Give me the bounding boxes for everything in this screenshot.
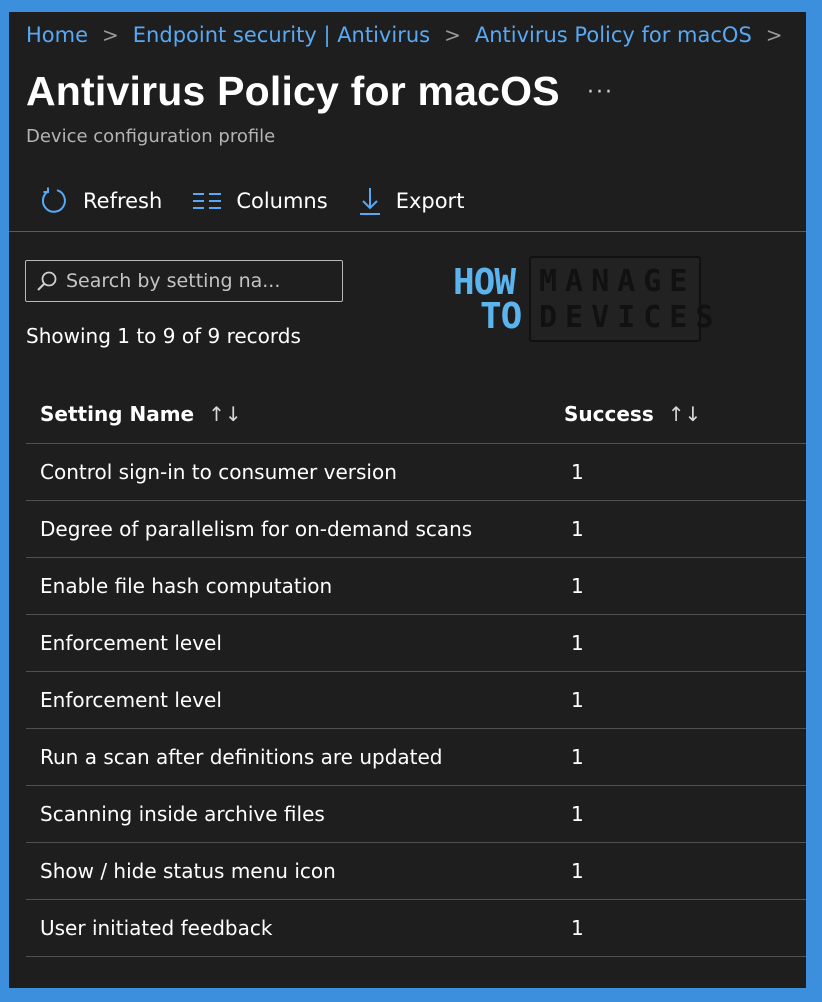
columns-icon [192, 191, 222, 211]
table-row[interactable]: Enable file hash computation 1 [26, 557, 806, 615]
howtomanagedevices-logo: HOW TO MANAGE DEVICES [453, 254, 713, 342]
column-header-success[interactable]: Success ↑↓ [550, 385, 806, 444]
columns-label: Columns [236, 189, 328, 213]
settings-table: Setting Name ↑↓ Success ↑↓ Control sign-in… [26, 385, 806, 957]
sort-icon[interactable]: ↑↓ [668, 402, 702, 426]
download-icon [358, 186, 382, 216]
chevron-right-icon: > [444, 23, 461, 47]
search-input[interactable] [66, 270, 326, 292]
setting-name-cell: Control sign-in to consumer version [26, 443, 550, 501]
records-count: Showing 1 to 9 of 9 records [26, 324, 301, 348]
breadcrumb-home[interactable]: Home [26, 23, 88, 47]
setting-name-cell: Degree of parallelism for on-demand scan… [26, 500, 550, 558]
page-title: Antivirus Policy for macOS [26, 68, 560, 114]
table-row[interactable]: Show / hide status menu icon 1 [26, 842, 806, 900]
success-count-cell: 1 [550, 443, 806, 501]
breadcrumb-policy[interactable]: Antivirus Policy for macOS [475, 23, 752, 47]
table-row[interactable]: User initiated feedback 1 [26, 899, 806, 957]
search-box[interactable] [25, 260, 343, 302]
success-count-cell: 1 [550, 500, 806, 558]
columns-button[interactable]: Columns [192, 189, 328, 213]
table-header-row: Setting Name ↑↓ Success ↑↓ [26, 385, 806, 444]
export-button[interactable]: Export [358, 186, 465, 216]
table-row[interactable]: Enforcement level 1 [26, 671, 806, 729]
sort-icon[interactable]: ↑↓ [208, 402, 242, 426]
table-row[interactable]: Scanning inside archive files 1 [26, 785, 806, 843]
column-header-setting-name[interactable]: Setting Name ↑↓ [26, 385, 550, 444]
success-count-cell: 1 [550, 785, 806, 843]
setting-name-cell: Enforcement level [26, 671, 550, 729]
setting-name-cell: Show / hide status menu icon [26, 842, 550, 900]
breadcrumb: Home > Endpoint security | Antivirus > A… [26, 18, 806, 52]
success-count-cell: 1 [550, 614, 806, 672]
success-count-cell: 1 [550, 842, 806, 900]
page-subtitle: Device configuration profile [26, 126, 276, 147]
more-options-button[interactable]: ··· [587, 80, 614, 105]
refresh-button[interactable]: Refresh [39, 186, 162, 216]
success-count-cell: 1 [550, 728, 806, 786]
success-count-cell: 1 [550, 671, 806, 729]
table-row[interactable]: Degree of parallelism for on-demand scan… [26, 500, 806, 558]
refresh-label: Refresh [83, 189, 163, 213]
table-row[interactable]: Run a scan after definitions are updated… [26, 728, 806, 786]
chevron-right-icon: > [102, 23, 119, 47]
chevron-right-icon: > [765, 23, 783, 47]
setting-name-cell: Enforcement level [26, 614, 550, 672]
setting-name-cell: Run a scan after definitions are updated [26, 728, 550, 786]
refresh-icon [39, 186, 69, 216]
toolbar-divider [9, 231, 806, 232]
search-icon [36, 270, 58, 292]
breadcrumb-endpoint-security[interactable]: Endpoint security | Antivirus [133, 23, 430, 47]
success-count-cell: 1 [550, 899, 806, 957]
toolbar: Refresh Columns Export [39, 184, 494, 218]
table-row[interactable]: Enforcement level 1 [26, 614, 806, 672]
export-label: Export [395, 189, 465, 213]
setting-name-cell: Enable file hash computation [26, 557, 550, 615]
table-row[interactable]: Control sign-in to consumer version 1 [26, 443, 806, 501]
setting-name-cell: Scanning inside archive files [26, 785, 550, 843]
portal-pane: Home > Endpoint security | Antivirus > A… [9, 12, 806, 988]
success-count-cell: 1 [550, 557, 806, 615]
setting-name-cell: User initiated feedback [26, 899, 550, 957]
